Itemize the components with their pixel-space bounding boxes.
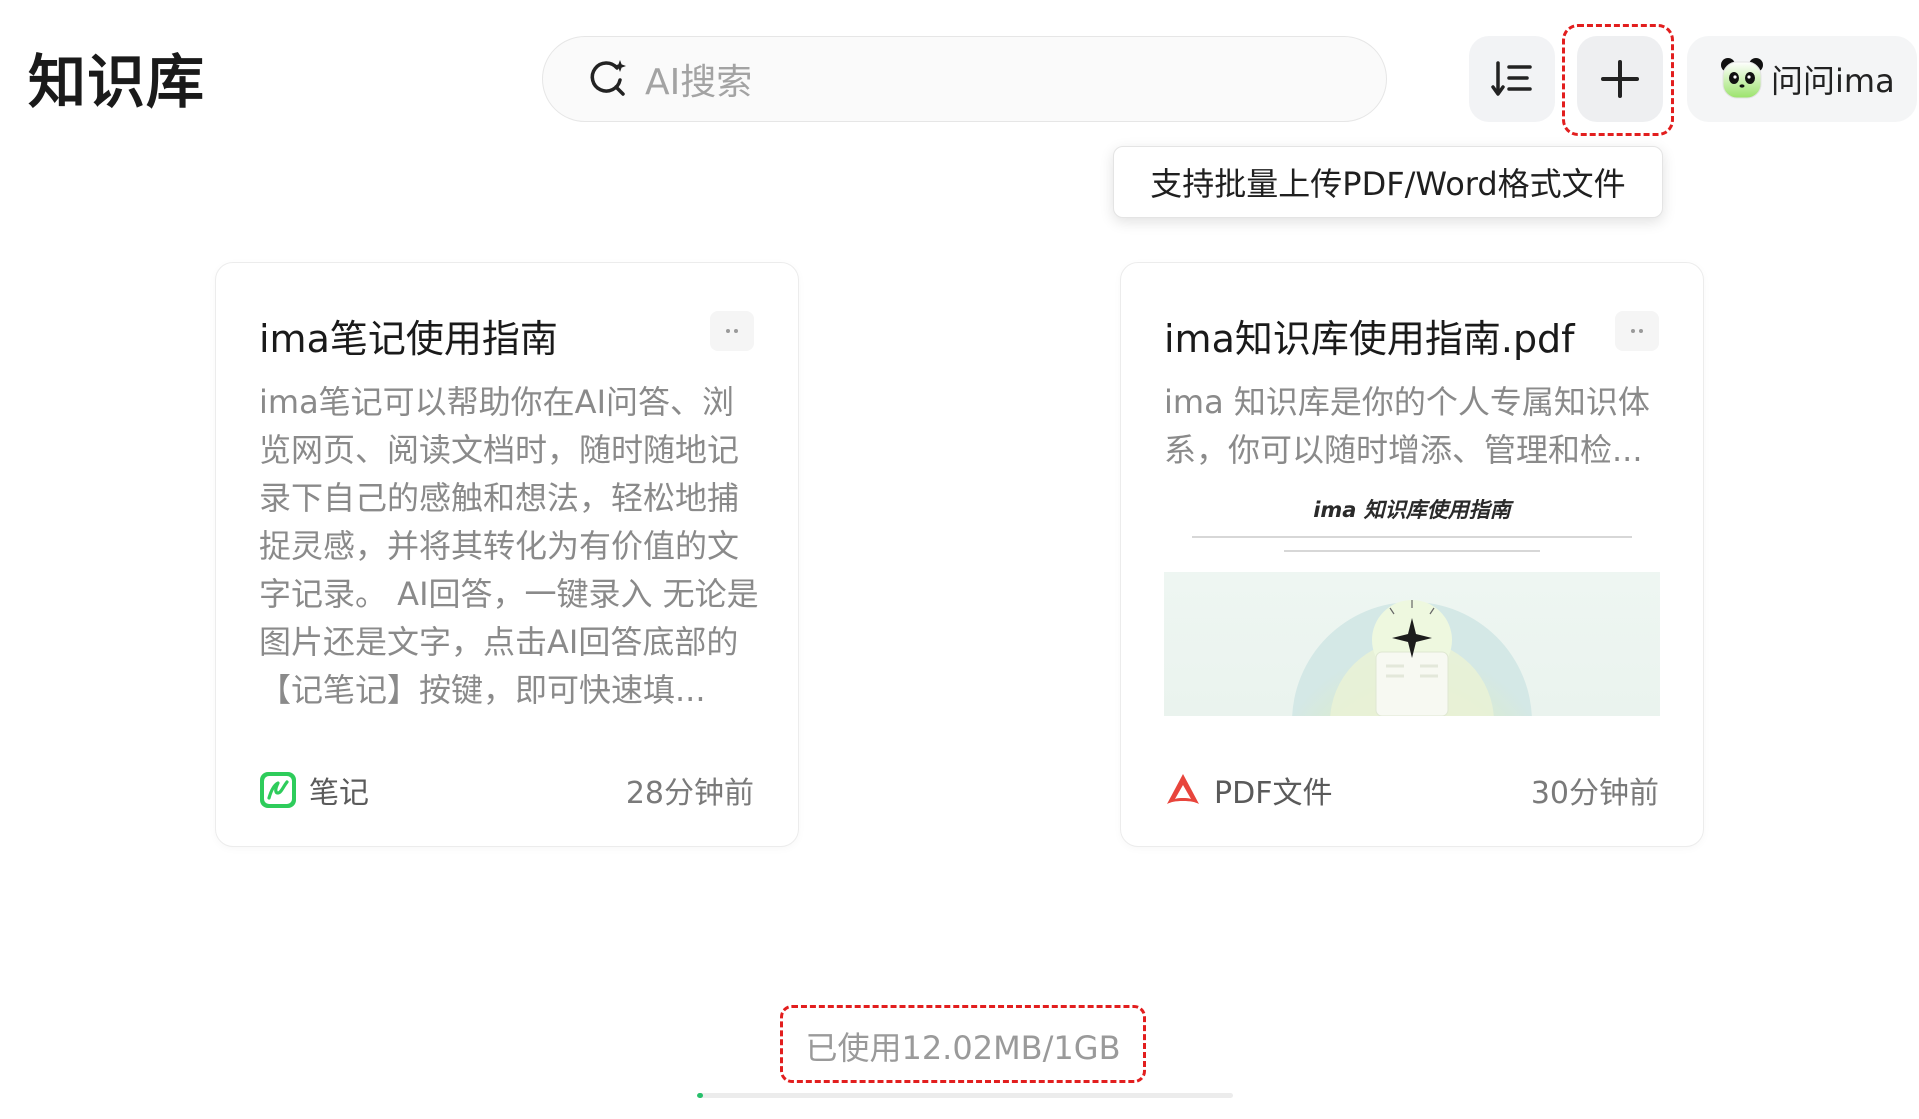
preview-text-line bbox=[1192, 536, 1632, 538]
pdf-icon bbox=[1167, 774, 1199, 804]
page-title: 知识库 bbox=[28, 48, 206, 116]
card-footer: 笔记 28分钟前 bbox=[259, 768, 754, 812]
card-type-label: 笔记 bbox=[309, 776, 369, 811]
sort-button[interactable] bbox=[1469, 36, 1555, 122]
pdf-preview-thumbnail: ima 知识库使用指南 bbox=[1164, 488, 1660, 718]
add-button[interactable] bbox=[1577, 36, 1663, 122]
storage-usage-text: 已使用12.02MB/1GB bbox=[805, 1029, 1121, 1067]
more-options-button[interactable] bbox=[710, 311, 754, 351]
more-dots-icon bbox=[726, 329, 738, 333]
more-options-button[interactable] bbox=[1615, 311, 1659, 351]
storage-progress-bar bbox=[697, 1093, 1233, 1098]
knowledge-card-note[interactable]: ima笔记使用指南 ima笔记可以帮助你在AI问答、浏览网页、阅读文档时，随时随… bbox=[215, 262, 799, 847]
upload-tooltip: 支持批量上传PDF/Word格式文件 bbox=[1113, 146, 1663, 218]
knowledge-card-pdf[interactable]: ima知识库使用指南.pdf ima 知识库是你的个人专属知识体系，你可以随时增… bbox=[1120, 262, 1704, 847]
search-placeholder: AI搜索 bbox=[645, 62, 753, 103]
ai-search-icon bbox=[590, 60, 626, 96]
card-type-label: PDF文件 bbox=[1214, 776, 1333, 811]
knowledge-base-page: 知识库 AI搜索 问问ima 支持批量上传PDF/Word格式文件 ima笔记使… bbox=[0, 0, 1919, 1119]
preview-title: ima 知识库使用指南 bbox=[1313, 498, 1511, 522]
storage-progress-fill bbox=[697, 1093, 704, 1098]
card-footer: PDF文件 30分钟前 bbox=[1164, 768, 1659, 812]
panda-icon bbox=[1721, 58, 1763, 99]
note-icon bbox=[260, 772, 296, 808]
card-timestamp: 28分钟前 bbox=[625, 776, 754, 811]
preview-text-line bbox=[1284, 550, 1540, 552]
plus-icon bbox=[1601, 60, 1639, 98]
card-description: ima 知识库是你的个人专属知识体系，你可以随时增添、管理和检... bbox=[1164, 383, 1650, 469]
card-timestamp: 30分钟前 bbox=[1530, 776, 1659, 811]
search-input[interactable]: AI搜索 bbox=[542, 36, 1387, 122]
card-title: ima笔记使用指南 bbox=[259, 317, 558, 361]
preview-illustration bbox=[1164, 572, 1660, 716]
ask-ima-label: 问问ima bbox=[1771, 62, 1895, 100]
card-description: ima笔记可以帮助你在AI问答、浏览网页、阅读文档时，随时随地记录下自己的感触和… bbox=[259, 383, 759, 709]
ask-ima-button[interactable]: 问问ima bbox=[1687, 36, 1917, 122]
more-dots-icon bbox=[1631, 329, 1643, 333]
sort-icon bbox=[1491, 61, 1532, 96]
card-title: ima知识库使用指南.pdf bbox=[1164, 317, 1575, 361]
